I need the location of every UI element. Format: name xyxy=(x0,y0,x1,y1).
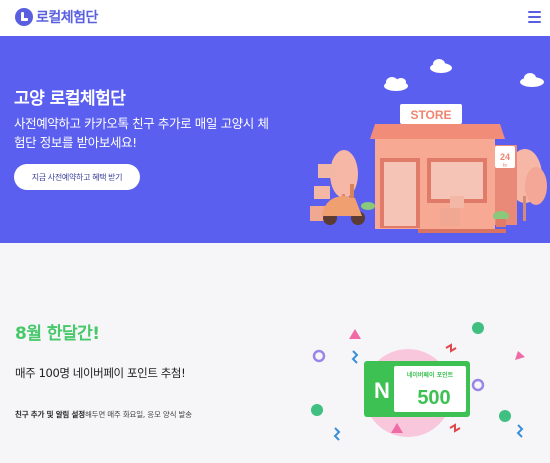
zigzag-decoration xyxy=(445,343,457,353)
store-sign-text: STORE xyxy=(410,108,451,122)
cloud-icon xyxy=(430,59,452,73)
hero-section: 고양 로컬체험단 사전예약하고 카카오톡 친구 추가로 매일 고양시 체험단 정… xyxy=(0,36,550,243)
naver-n-logo-icon: N xyxy=(374,378,390,403)
zigzag-decoration xyxy=(351,350,359,364)
dot-decoration xyxy=(311,404,323,416)
naverpay-illustration: N 네이버페이 포인트 500 xyxy=(311,322,525,441)
promo-heading: 8월 한달간! xyxy=(15,324,100,344)
hamburger-menu-icon[interactable] xyxy=(528,11,541,23)
zigzag-decoration xyxy=(449,423,461,433)
logo-l-icon xyxy=(15,8,33,26)
triangle-decoration xyxy=(349,329,361,339)
page: 로컬체험단 고양 로컬체험단 사전예약하고 카카오톡 친구 추가로 매일 고양시… xyxy=(0,0,550,463)
dot-decoration xyxy=(472,322,484,334)
logo[interactable]: 로컬체험단 xyxy=(15,7,98,27)
naverpay-card-amount: 500 xyxy=(417,387,450,409)
store-hr-text: hr xyxy=(503,163,508,169)
zigzag-decoration xyxy=(333,427,341,441)
site-header: 로컬체험단 xyxy=(0,0,550,36)
logo-text: 로컬체험단 xyxy=(36,10,98,26)
promo-note: 친구 추가 및 알림 설정해두면 매주 화요일, 응모 양식 발송 xyxy=(15,409,192,420)
ring-decoration xyxy=(471,378,485,392)
menu-bar xyxy=(528,11,541,13)
store-24-text: 24 xyxy=(500,152,510,162)
store-illustration: STORE 24 hr xyxy=(310,59,547,233)
triangle-decoration xyxy=(515,351,525,360)
menu-bar xyxy=(528,21,541,23)
naverpay-card-title: 네이버페이 포인트 xyxy=(407,371,454,379)
promo-note-bold: 친구 추가 및 알림 설정 xyxy=(15,410,85,419)
ring-decoration xyxy=(312,349,326,363)
promo-subheading: 매주 100명 네이버페이 포인트 추첨! xyxy=(15,366,186,380)
preorder-cta-button[interactable]: 지금 사전예약하고 혜택 받기 xyxy=(14,164,140,190)
promo-note-rest: 해두면 매주 화요일, 응모 양식 발송 xyxy=(84,410,192,419)
hero-title: 고양 로컬체험단 xyxy=(14,89,126,109)
menu-bar xyxy=(528,16,541,18)
cloud-icon xyxy=(384,77,408,91)
zigzag-decoration xyxy=(516,424,524,438)
cloud-icon xyxy=(520,73,544,87)
promo-section: 8월 한달간! 매주 100명 네이버페이 포인트 추첨! 친구 추가 및 알림… xyxy=(0,243,550,463)
dot-decoration xyxy=(499,410,511,422)
hero-description: 사전예약하고 카카오톡 친구 추가로 매일 고양시 체험단 정보를 받아보세요! xyxy=(14,116,269,150)
